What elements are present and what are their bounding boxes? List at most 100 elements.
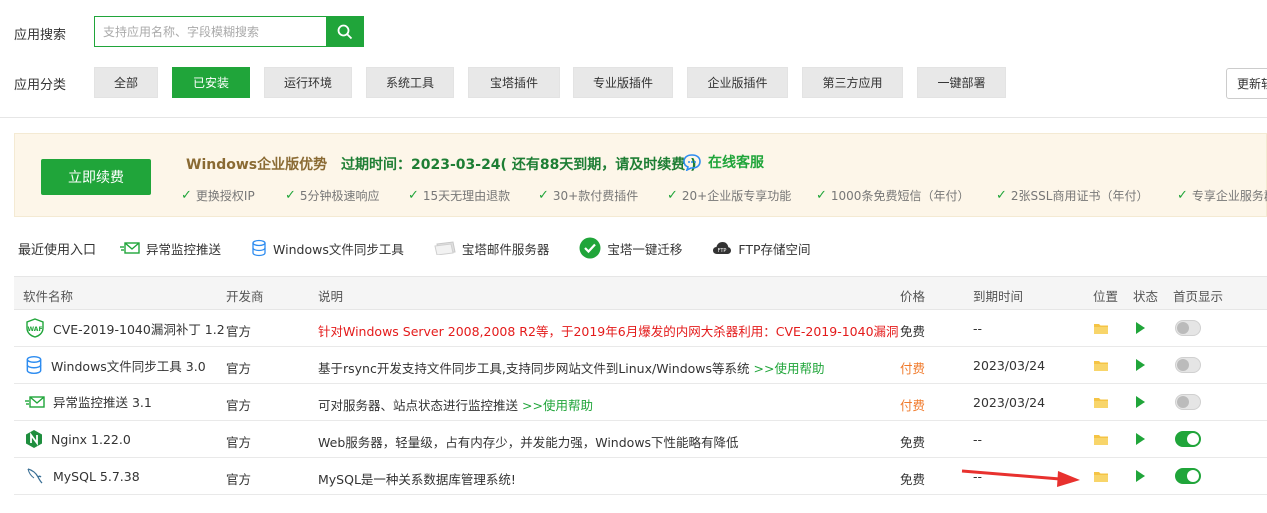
- check-icon: ✓: [996, 188, 1007, 203]
- col-name[interactable]: 软件名称: [23, 286, 73, 305]
- category-pro-plugins[interactable]: 专业版插件: [573, 67, 673, 98]
- vendor: 官方: [226, 398, 252, 413]
- vendor: 官方: [226, 472, 252, 487]
- enterprise-promo-banner: 立即续费 Windows企业版优势 过期时间：2023-03-24( 还有88天…: [14, 133, 1267, 217]
- start-icon[interactable]: [1136, 396, 1145, 408]
- category-third-party[interactable]: 第三方应用: [802, 67, 903, 98]
- update-software-button[interactable]: 更新软: [1226, 68, 1267, 99]
- homepage-toggle[interactable]: [1175, 320, 1201, 336]
- homepage-toggle[interactable]: [1175, 431, 1201, 447]
- promo-feature: ✓ 更换授权IP: [181, 188, 255, 203]
- software-table: 软件名称 开发商 说明 价格 到期时间 位置 状态 首页显示 WAF CVE-2…: [14, 276, 1267, 495]
- check-icon: ✓: [667, 188, 678, 203]
- start-icon[interactable]: [1136, 433, 1145, 445]
- recent-entries: 最近使用入口 异常监控推送 Windows文件同步工具 宝塔邮件服务器 宝塔一键…: [18, 236, 841, 260]
- software-name[interactable]: MySQL 5.7.38: [25, 466, 140, 486]
- category-bt-plugins[interactable]: 宝塔插件: [468, 67, 560, 98]
- folder-icon[interactable]: [1093, 322, 1109, 335]
- renew-button[interactable]: 立即续费: [41, 159, 151, 195]
- software-name[interactable]: Windows文件同步工具 3.0: [25, 355, 206, 375]
- help-link[interactable]: >>使用帮助: [522, 398, 593, 413]
- recent-item-migration[interactable]: 宝塔一键迁移: [579, 237, 682, 259]
- col-location: 位置: [1093, 289, 1119, 304]
- folder-icon[interactable]: [1093, 359, 1109, 372]
- table-header: 软件名称 开发商 说明 价格 到期时间 位置 状态 首页显示: [14, 276, 1267, 310]
- col-price[interactable]: 价格: [900, 286, 925, 305]
- promo-feature: ✓ 30+款付费插件: [538, 188, 639, 203]
- table-row: 异常监控推送 3.1 官方 可对服务器、站点状态进行监控推送 >>使用帮助 付费…: [14, 384, 1267, 421]
- online-service-label: 在线客服: [708, 155, 764, 171]
- database-sync-icon: [26, 355, 42, 375]
- homepage-toggle[interactable]: [1175, 468, 1201, 484]
- database-sync-icon: [252, 239, 266, 257]
- check-icon: ✓: [181, 188, 192, 203]
- price: 免费: [900, 435, 926, 450]
- folder-icon[interactable]: [1093, 470, 1109, 483]
- check-icon: ✓: [285, 188, 296, 203]
- price: 免费: [900, 324, 926, 339]
- help-link[interactable]: >>使用帮助: [754, 361, 825, 376]
- check-icon: ✓: [816, 188, 827, 203]
- recent-item-file-sync[interactable]: Windows文件同步工具: [251, 239, 404, 258]
- category-one-click-deploy[interactable]: 一键部署: [917, 67, 1006, 98]
- recent-item-ftp-storage[interactable]: FTP FTP存储空间: [712, 239, 811, 258]
- promo-feature: ✓ 20+企业版专享功能: [667, 188, 792, 203]
- recent-item-monitor-push[interactable]: 异常监控推送: [120, 239, 221, 258]
- monitor-push-icon: [120, 242, 140, 254]
- search-box: [94, 16, 364, 47]
- search-label: 应用搜索: [14, 28, 67, 43]
- online-service-link[interactable]: 在线客服: [682, 152, 764, 172]
- promo-feature: ✓专享企业服务群: [1177, 188, 1267, 203]
- description: 可对服务器、站点状态进行监控推送 >>使用帮助: [318, 398, 593, 413]
- software-name[interactable]: WAF CVE-2019-1040漏洞补丁 1.2: [25, 318, 225, 338]
- monitor-push-icon: [25, 395, 45, 408]
- expire-date: 2023/03/24: [973, 395, 1046, 410]
- table-row-partial: [14, 498, 1267, 513]
- price[interactable]: 付费: [900, 395, 925, 414]
- price: 免费: [900, 472, 926, 487]
- description: MySQL是一种关系数据库管理系统!: [318, 472, 516, 487]
- table-row: Nginx 1.22.0 官方 Web服务器，轻量级，占有内存少，并发能力强，W…: [14, 421, 1267, 458]
- expire-date: 2023/03/24: [973, 358, 1046, 373]
- start-icon[interactable]: [1136, 322, 1145, 334]
- promo-feature: ✓ 5分钟极速响应: [285, 188, 380, 203]
- search-input[interactable]: [94, 16, 326, 47]
- start-icon[interactable]: [1136, 470, 1145, 482]
- search-button[interactable]: [326, 16, 364, 47]
- description: 基于rsync开发支持文件同步工具,支持同步网站文件到Linux/Windows…: [318, 361, 825, 376]
- category-all[interactable]: 全部: [94, 67, 158, 98]
- waf-shield-icon: WAF: [26, 318, 44, 338]
- search-icon: [337, 24, 353, 39]
- ftp-cloud-icon: FTP: [713, 242, 732, 254]
- software-name[interactable]: 异常监控推送 3.1: [25, 392, 152, 411]
- vendor: 官方: [226, 435, 252, 450]
- check-circle-icon: [579, 237, 601, 259]
- table-row: Windows文件同步工具 3.0 官方 基于rsync开发支持文件同步工具,支…: [14, 347, 1267, 384]
- col-expire[interactable]: 到期时间: [973, 286, 1023, 305]
- svg-text:FTP: FTP: [718, 248, 727, 254]
- homepage-toggle[interactable]: [1175, 357, 1201, 373]
- vendor: 官方: [226, 324, 252, 339]
- software-name[interactable]: Nginx 1.22.0: [25, 429, 131, 449]
- mysql-dolphin-icon: [27, 468, 43, 484]
- promo-title: Windows企业版优势: [186, 157, 328, 173]
- price[interactable]: 付费: [900, 358, 925, 377]
- divider: [0, 117, 1267, 118]
- expire-date: --: [973, 432, 983, 447]
- check-icon: ✓: [1177, 188, 1188, 203]
- svg-text:WAF: WAF: [27, 326, 42, 333]
- recent-label: 最近使用入口: [18, 242, 97, 258]
- category-enterprise-plugins[interactable]: 企业版插件: [687, 67, 788, 98]
- category-installed[interactable]: 已安装: [172, 67, 250, 98]
- category-system-tools[interactable]: 系统工具: [366, 67, 454, 98]
- folder-icon[interactable]: [1093, 433, 1109, 446]
- promo-feature: ✓ 2张SSL商用证书（年付）: [996, 188, 1149, 203]
- nginx-icon: [26, 430, 42, 448]
- start-icon[interactable]: [1136, 359, 1145, 371]
- recent-item-mail-server[interactable]: 宝塔邮件服务器: [434, 239, 549, 258]
- expire-date: --: [973, 321, 983, 336]
- folder-icon[interactable]: [1093, 396, 1109, 409]
- homepage-toggle[interactable]: [1175, 394, 1201, 410]
- description: 针对Windows Server 2008,2008 R2等，于2019年6月爆…: [318, 324, 899, 339]
- category-runtime[interactable]: 运行环境: [264, 67, 352, 98]
